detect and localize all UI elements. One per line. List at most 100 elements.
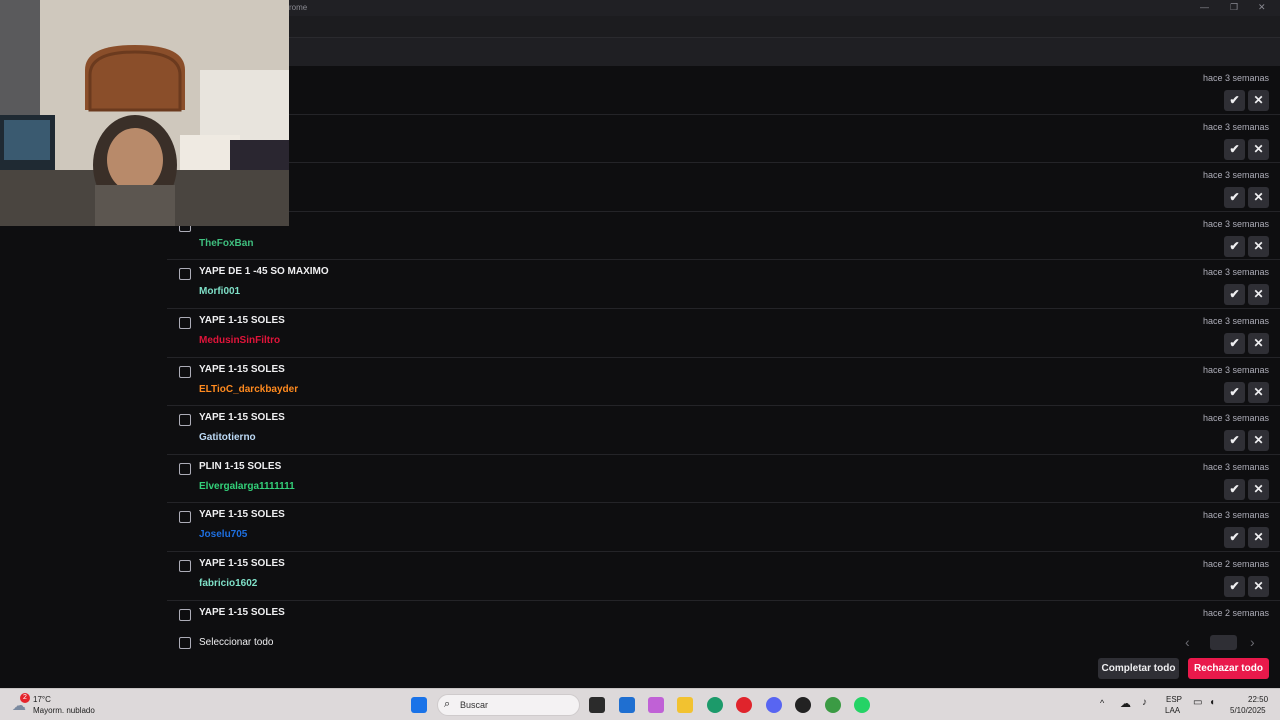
request-title: YAPE 1-15 SOLES <box>199 363 285 375</box>
reject-button[interactable]: ✕ <box>1248 576 1269 597</box>
file-explorer-icon[interactable] <box>677 697 693 713</box>
request-row: hace 3 semanas ✔ ✕ <box>167 163 1280 212</box>
select-all-label[interactable]: Seleccionar todo <box>199 637 274 648</box>
x-icon: ✕ <box>1253 93 1264 107</box>
row-checkbox[interactable] <box>179 317 191 329</box>
request-time: hace 3 semanas <box>1202 73 1269 83</box>
approve-button[interactable]: ✔ <box>1224 333 1245 354</box>
windows-start-icon[interactable] <box>411 697 427 713</box>
x-icon: ✕ <box>1253 530 1264 545</box>
webcam-image <box>0 0 289 226</box>
network-icon[interactable]: ▭ <box>1193 697 1202 708</box>
row-checkbox[interactable] <box>179 560 191 572</box>
request-time: hace 2 semanas <box>1202 559 1269 569</box>
row-checkbox[interactable] <box>179 268 191 281</box>
request-row: PLIN 1-15 SOLES Elvergalarga1111111 hace 3… <box>167 455 1280 504</box>
request-title: PLIN 1-15 SOLES <box>199 460 282 472</box>
reject-button[interactable]: ✕ <box>1248 478 1269 500</box>
requester-name[interactable]: fabricio1602 <box>199 578 257 589</box>
approve-button[interactable]: ✔ <box>1224 381 1245 403</box>
volume-icon[interactable]: ◖ <box>1209 697 1215 708</box>
reject-button[interactable]: ✕ <box>1248 138 1269 160</box>
close-window-icon[interactable]: ✕ <box>1258 2 1266 13</box>
reject-button[interactable]: ✕ <box>1248 381 1269 403</box>
opera-icon[interactable] <box>736 697 752 713</box>
request-row: YAPE 1-15 SOLES fabricio1602 hace 2 semana… <box>167 552 1280 601</box>
microphone-icon[interactable]: ♪ <box>1142 697 1147 708</box>
page-indicator <box>1210 635 1237 650</box>
x-icon: ✕ <box>1253 384 1264 399</box>
chrome-icon[interactable] <box>825 697 841 713</box>
taskbar-search[interactable]: ⌕ Buscar <box>437 694 580 716</box>
checkmark-icon: ✔ <box>1229 481 1240 496</box>
row-checkbox[interactable] <box>179 414 191 427</box>
reject-button[interactable]: ✕ <box>1248 187 1269 209</box>
request-row: YAPE DE 1 -45 SO MAXIMO Morfi001 hace 3 se… <box>167 260 1280 309</box>
previous-page-icon[interactable]: ‹ <box>1185 634 1190 650</box>
store-icon[interactable] <box>619 697 635 713</box>
checkmark-icon: ✔ <box>1229 93 1240 107</box>
reject-button[interactable]: ✕ <box>1248 333 1269 354</box>
reject-button[interactable]: ✕ <box>1248 430 1269 452</box>
reject-all-button[interactable]: Rechazar todo <box>1188 658 1269 679</box>
requester-name[interactable]: TheFoxBan <box>199 238 253 249</box>
request-time: hace 3 semanas <box>1202 510 1269 521</box>
task-view-icon[interactable] <box>589 697 605 713</box>
discord-icon[interactable] <box>766 697 782 713</box>
approve-button[interactable]: ✔ <box>1224 138 1245 160</box>
requester-name[interactable]: MedusinSinFiltro <box>199 335 280 346</box>
approve-button[interactable]: ✔ <box>1224 284 1245 306</box>
row-checkbox[interactable] <box>179 462 191 475</box>
reject-button[interactable]: ✕ <box>1248 235 1269 257</box>
requester-name[interactable]: ELTioC_darckbayder <box>199 384 298 395</box>
clock-date[interactable]: 5/10/2025 <box>1230 706 1266 715</box>
complete-all-button[interactable]: Completar todo <box>1098 658 1179 679</box>
whatsapp-icon[interactable] <box>854 697 870 713</box>
language-top[interactable]: ESP <box>1166 695 1182 704</box>
row-checkbox[interactable] <box>179 608 191 621</box>
requester-name[interactable]: Elvergalarga1111111 <box>199 481 295 492</box>
checkmark-icon: ✔ <box>1229 287 1240 302</box>
checkmark-icon: ✔ <box>1229 190 1240 205</box>
x-icon: ✕ <box>1253 141 1264 156</box>
checkmark-icon: ✔ <box>1229 238 1240 253</box>
request-time: hace 3 semanas <box>1202 316 1269 326</box>
request-title: YAPE 1-15 SOLES <box>199 412 285 424</box>
reject-button[interactable]: ✕ <box>1248 284 1269 306</box>
copilot-icon[interactable] <box>648 697 664 713</box>
search-icon: ⌕ <box>444 698 451 710</box>
language-bottom[interactable]: LAA <box>1165 706 1180 715</box>
weather-text: Mayorm. nublado <box>33 706 95 715</box>
row-checkbox[interactable] <box>179 365 191 378</box>
approve-button[interactable]: ✔ <box>1224 527 1245 549</box>
chevron-up-icon[interactable]: ^ <box>1100 698 1104 708</box>
reject-button[interactable]: ✕ <box>1248 527 1269 549</box>
requester-name[interactable]: Gatitotierno <box>199 432 256 443</box>
clock-time[interactable]: 22:50 <box>1248 695 1268 704</box>
obs-icon[interactable] <box>795 697 811 713</box>
request-time: hace 3 semanas <box>1202 413 1269 424</box>
approve-button[interactable]: ✔ <box>1224 430 1245 452</box>
approve-button[interactable]: ✔ <box>1224 235 1245 257</box>
x-icon: ✕ <box>1253 238 1264 253</box>
approve-button[interactable]: ✔ <box>1224 576 1245 597</box>
approve-button[interactable]: ✔ <box>1224 478 1245 500</box>
onedrive-icon[interactable]: ☁ <box>1120 697 1131 710</box>
approve-button[interactable]: ✔ <box>1224 187 1245 209</box>
minimize-icon[interactable]: — <box>1200 2 1209 12</box>
checkmark-icon: ✔ <box>1229 433 1240 448</box>
request-time: hace 3 semanas <box>1202 267 1269 278</box>
select-all-checkbox[interactable] <box>179 637 191 649</box>
approve-button[interactable]: ✔ <box>1224 90 1245 111</box>
reject-button[interactable]: ✕ <box>1248 90 1269 111</box>
request-row: YAPE 1-15 SOLES Gatitotierno hace 3 semana… <box>167 406 1280 455</box>
edge-icon[interactable] <box>707 697 723 713</box>
request-row: YAPE 1-15 SOLES Joselu705 hace 3 semanas ✔ ✕ <box>167 503 1280 552</box>
requester-name[interactable]: Joselu705 <box>199 529 247 540</box>
next-page-icon[interactable]: › <box>1250 634 1255 650</box>
request-title: YAPE 1-15 SOLES <box>199 606 285 618</box>
request-row: hace 3 semanas ✔ ✕ <box>167 66 1280 115</box>
requester-name[interactable]: Morfi001 <box>199 286 240 297</box>
row-checkbox[interactable] <box>179 511 191 524</box>
restore-icon[interactable]: ❐ <box>1230 2 1238 13</box>
